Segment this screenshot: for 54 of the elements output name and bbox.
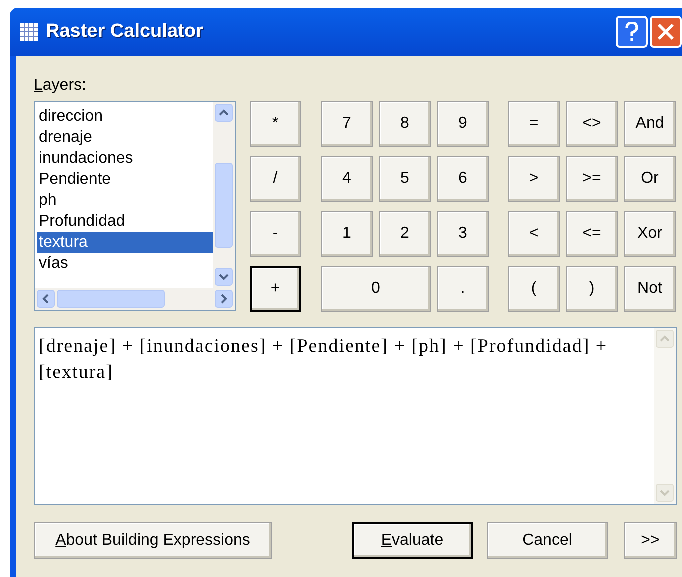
dialog-button[interactable]: Cancel [487, 522, 608, 559]
keypad-key[interactable]: ( [508, 266, 560, 312]
keypad-key[interactable]: 3 [437, 211, 489, 257]
vertical-scrollbar[interactable] [213, 102, 235, 288]
close-button[interactable] [650, 16, 682, 48]
keypad-key[interactable]: = [508, 101, 560, 147]
scroll-down-icon[interactable] [215, 268, 233, 286]
keypad-key[interactable]: 7 [321, 101, 373, 147]
close-icon [657, 23, 675, 41]
keypad-key[interactable]: 8 [379, 101, 431, 147]
keypad-key[interactable]: > [508, 156, 560, 202]
keypad-key[interactable]: * [250, 101, 301, 147]
keypad-key[interactable]: / [250, 156, 301, 202]
layer-item[interactable]: vías [37, 253, 213, 274]
scroll-right-icon[interactable] [215, 290, 233, 308]
layer-item[interactable]: direccion [37, 106, 213, 127]
keypad-key[interactable]: . [437, 266, 489, 312]
keypad-key[interactable]: And [624, 101, 676, 147]
scrollbar-thumb[interactable] [57, 290, 165, 308]
layer-item[interactable]: Profundidad [37, 211, 213, 232]
keypad-key[interactable]: + [250, 266, 301, 312]
layers-label: Layers: [34, 76, 86, 96]
keypad-key[interactable]: 2 [379, 211, 431, 257]
keypad-key[interactable]: < [508, 211, 560, 257]
keypad-key[interactable]: 5 [379, 156, 431, 202]
layer-item[interactable]: textura [37, 232, 213, 253]
keypad-key[interactable]: 0 [321, 266, 431, 312]
help-icon [625, 22, 639, 42]
scroll-left-icon[interactable] [37, 290, 55, 308]
scrollbar-thumb[interactable] [215, 163, 233, 248]
keypad-key[interactable]: 1 [321, 211, 373, 257]
window-title: Raster Calculator [46, 20, 204, 44]
keypad-key[interactable]: 4 [321, 156, 373, 202]
keypad-key[interactable]: <> [566, 101, 618, 147]
layer-item[interactable]: Pendiente [37, 169, 213, 190]
layer-item[interactable]: inundaciones [37, 148, 213, 169]
keypad-key[interactable]: 9 [437, 101, 489, 147]
keypad-key[interactable]: >= [566, 156, 618, 202]
scroll-up-icon[interactable] [215, 104, 233, 122]
dialog-button[interactable]: Evaluate [352, 522, 473, 559]
keypad-key[interactable]: Xor [624, 211, 676, 257]
dialog-button[interactable]: About Building Expressions [34, 522, 272, 559]
help-button[interactable] [616, 16, 648, 48]
keypad-key[interactable]: ) [566, 266, 618, 312]
horizontal-scrollbar[interactable] [35, 288, 235, 310]
keypad-key[interactable]: <= [566, 211, 618, 257]
keypad-key[interactable]: - [250, 211, 301, 257]
keypad-key[interactable]: Not [624, 266, 676, 312]
dialog-button[interactable]: >> [624, 522, 677, 559]
keypad-key[interactable]: Or [624, 156, 676, 202]
layer-item[interactable]: drenaje [37, 127, 213, 148]
layer-item[interactable]: ph [37, 190, 213, 211]
grid-icon [20, 23, 38, 41]
keypad-key[interactable]: 6 [437, 156, 489, 202]
